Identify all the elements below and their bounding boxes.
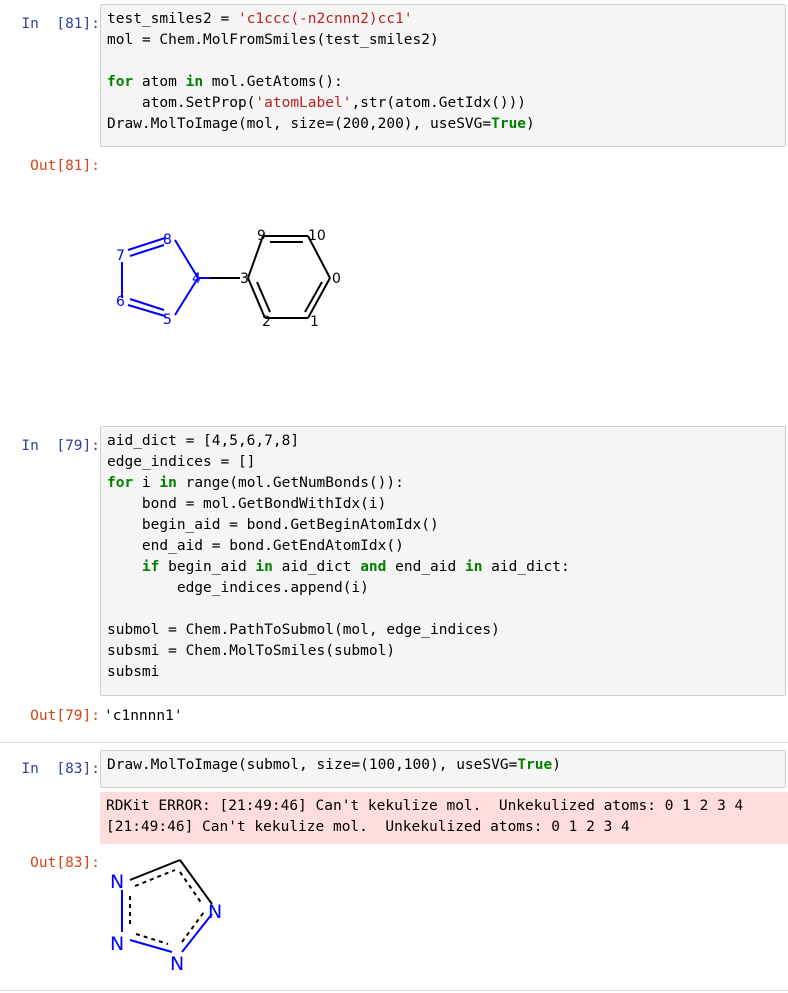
atom-label: 5 xyxy=(163,312,172,328)
output-text-79: 'c1nnnn1' xyxy=(104,708,183,724)
stderr-line: RDKit ERROR: [21:49:46] Can't kekulize m… xyxy=(106,798,744,814)
out-prompt-83: Out[83]: xyxy=(30,855,100,871)
code-line: Draw.MolToImage(submol, size=(100,100), … xyxy=(107,757,561,773)
stderr-output-83: RDKit ERROR: [21:49:46] Can't kekulize m… xyxy=(100,792,788,844)
code-block-79: aid_dict = [4,5,6,7,8] edge_indices = []… xyxy=(101,427,785,687)
in-prompt-79: In [79]: xyxy=(21,438,100,454)
code-line: Draw.MolToImage(mol, size=(200,200), use… xyxy=(107,116,535,132)
cell-divider xyxy=(0,742,788,743)
code-block-81: test_smiles2 = 'c1ccc(-n2cnnn2)cc1' mol … xyxy=(101,5,785,139)
code-line: subsmi xyxy=(107,664,160,680)
code-line: test_smiles2 = 'c1ccc(-n2cnnn2)cc1' xyxy=(107,11,413,27)
atom-label: 3 xyxy=(240,271,249,287)
out-prompt-79: Out[79]: xyxy=(30,708,100,724)
atom-label: N xyxy=(110,933,124,955)
molecule-image-81: 0 1 2 3 9 10 4 5 6 7 8 xyxy=(116,228,341,330)
code-line: mol = Chem.MolFromSmiles(test_smiles2) xyxy=(107,32,439,48)
code-line: for atom in mol.GetAtoms(): xyxy=(107,74,343,90)
out-prompt-81: Out[81]: xyxy=(30,158,100,174)
code-line: begin_aid = bond.GetBeginAtomIdx() xyxy=(107,517,439,533)
code-cell-79[interactable]: aid_dict = [4,5,6,7,8] edge_indices = []… xyxy=(100,426,786,696)
atom-label: 9 xyxy=(257,228,266,244)
code-block-83: Draw.MolToImage(submol, size=(100,100), … xyxy=(101,751,785,780)
code-line: submol = Chem.PathToSubmol(mol, edge_ind… xyxy=(107,622,500,638)
atom-label: N xyxy=(170,953,184,972)
code-line: subsmi = Chem.MolToSmiles(submol) xyxy=(107,643,396,659)
code-line: end_aid = bond.GetEndAtomIdx() xyxy=(107,538,404,554)
atom-label: N xyxy=(208,901,222,923)
atom-label: 1 xyxy=(310,314,319,330)
molecule-image-83: N N N N xyxy=(110,859,222,972)
stderr-line: [21:49:46] Can't kekulize mol. Unkekuliz… xyxy=(106,819,630,835)
cell-divider xyxy=(0,990,788,991)
atom-label: 0 xyxy=(332,271,341,287)
in-prompt-83: In [83]: xyxy=(21,761,100,777)
code-cell-83[interactable]: Draw.MolToImage(submol, size=(100,100), … xyxy=(100,750,786,788)
atom-label: 7 xyxy=(116,248,125,264)
atom-label: 6 xyxy=(116,294,125,310)
code-line: edge_indices.append(i) xyxy=(107,580,369,596)
code-line: edge_indices = [] xyxy=(107,454,256,470)
code-line: bond = mol.GetBondWithIdx(i) xyxy=(107,496,387,512)
in-prompt-81: In [81]: xyxy=(21,16,100,32)
code-line: atom.SetProp('atomLabel',str(atom.GetIdx… xyxy=(107,95,527,111)
atom-label: 4 xyxy=(192,271,201,287)
atom-label: 2 xyxy=(262,314,271,330)
code-line: for i in range(mol.GetNumBonds()): xyxy=(107,475,404,491)
atom-label: 10 xyxy=(308,228,326,244)
code-line: aid_dict = [4,5,6,7,8] xyxy=(107,433,300,449)
code-line: if begin_aid in aid_dict and end_aid in … xyxy=(141,559,570,575)
atom-label: N xyxy=(110,871,124,893)
atom-label: 8 xyxy=(163,232,172,248)
code-cell-81[interactable]: test_smiles2 = 'c1ccc(-n2cnnn2)cc1' mol … xyxy=(100,4,786,147)
